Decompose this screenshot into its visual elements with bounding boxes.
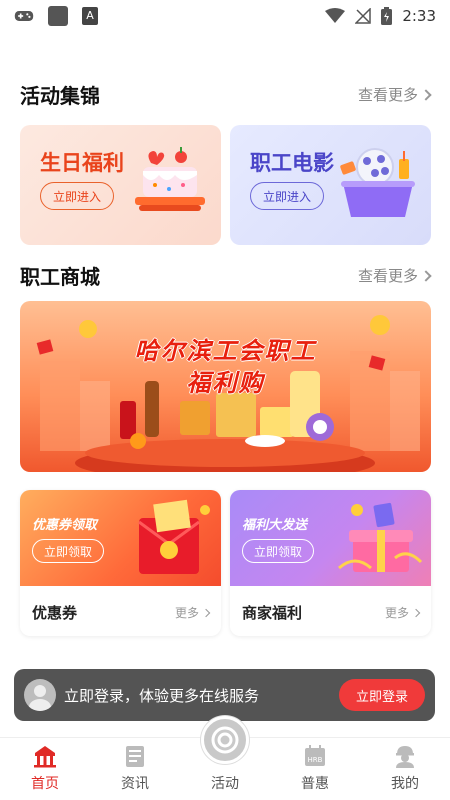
promo-header: 优惠券领取 立即领取	[20, 490, 221, 586]
view-more-mall-link[interactable]: 查看更多	[357, 265, 432, 286]
tab-benefit[interactable]: HRB 普惠	[270, 738, 360, 800]
home-icon	[34, 746, 56, 768]
staff-movie-card[interactable]: 职工电影 立即进入	[230, 125, 431, 245]
banner-subtitle: 福利购	[186, 369, 265, 397]
movie-popcorn-icon	[340, 148, 415, 217]
chevron-right-icon	[420, 269, 432, 282]
tab-profile[interactable]: 我的	[360, 738, 450, 800]
promo-more-link[interactable]: 更多	[174, 604, 211, 621]
birthday-cake-icon	[135, 147, 205, 211]
promo-name: 商家福利	[242, 604, 303, 622]
gamepad-icon	[14, 11, 34, 21]
tab-home[interactable]: 首页	[0, 738, 90, 800]
section-title: 职工商城	[20, 265, 100, 289]
activities-section-header: 活动集锦 查看更多	[20, 80, 432, 109]
chevron-right-icon	[420, 88, 432, 101]
tab-label: 活动	[211, 776, 239, 792]
app-notification-icon	[48, 6, 68, 26]
promo-header: 福利大发送 立即领取	[230, 490, 431, 586]
status-bar: A 2:33	[0, 0, 450, 32]
login-prompt-bar: 立即登录，体验更多在线服务 立即登录	[14, 669, 435, 721]
enter-button[interactable]: 立即进入	[250, 182, 324, 210]
battery-icon	[381, 7, 393, 25]
chevron-right-icon	[411, 608, 421, 617]
view-more-label: 查看更多	[357, 267, 418, 285]
claim-button[interactable]: 立即领取	[242, 539, 314, 563]
mall-section-header: 职工商城 查看更多	[20, 261, 432, 290]
home-content: 活动集锦 查看更多 生日福利 立即进入 职工电影 立即进入 职工商城 查看更多 …	[0, 32, 450, 737]
promo-tagline: 福利大发送	[242, 518, 308, 533]
red-envelope-icon	[138, 499, 210, 574]
launcher-icon: A	[82, 7, 98, 25]
tab-news[interactable]: 资讯	[90, 738, 180, 800]
news-icon	[126, 746, 144, 767]
tab-activity[interactable]: 活动	[180, 716, 270, 800]
view-more-label: 查看更多	[357, 86, 418, 104]
gift-box-icon	[338, 502, 423, 572]
no-signal-icon	[355, 8, 372, 24]
merchant-welfare-card[interactable]: 福利大发送 立即领取 商家福利 更多	[230, 490, 431, 636]
promo-tagline: 优惠券领取	[32, 518, 98, 533]
more-label: 更多	[174, 606, 199, 620]
benefit-icon-badge: HRB	[308, 756, 323, 764]
birthday-welfare-card[interactable]: 生日福利 立即进入	[20, 125, 221, 245]
enter-button[interactable]: 立即进入	[40, 182, 114, 210]
login-button[interactable]: 立即登录	[339, 679, 425, 711]
bottom-tab-bar: 首页 资讯 活动 HRB 普惠 我的	[0, 716, 450, 800]
claim-button[interactable]: 立即领取	[32, 539, 104, 563]
benefit-icon: HRB	[305, 745, 325, 766]
coupon-card[interactable]: 优惠券领取 立即领取 优惠券 更多	[20, 490, 221, 636]
clock: 2:33	[402, 7, 436, 25]
card-title: 职工电影	[250, 151, 334, 175]
more-label: 更多	[384, 606, 409, 620]
avatar-icon	[24, 679, 56, 711]
wifi-icon	[325, 8, 346, 23]
section-title: 活动集锦	[20, 84, 100, 108]
tab-label: 我的	[391, 776, 419, 792]
activity-fab[interactable]	[201, 716, 249, 764]
tab-label: 普惠	[301, 776, 329, 792]
view-more-activities-link[interactable]: 查看更多	[357, 84, 432, 105]
activity-icon	[211, 726, 239, 754]
card-title: 生日福利	[40, 151, 124, 175]
profile-icon	[396, 746, 414, 768]
chevron-right-icon	[201, 608, 211, 617]
promo-name: 优惠券	[32, 604, 78, 622]
tab-label: 资讯	[121, 776, 149, 792]
banner-title: 哈尔滨工会职工	[134, 337, 317, 365]
login-prompt-text: 立即登录，体验更多在线服务	[64, 686, 260, 705]
promo-more-link[interactable]: 更多	[384, 604, 421, 621]
mall-banner[interactable]: 哈尔滨工会职工 福利购	[20, 301, 431, 472]
tab-label: 首页	[31, 776, 59, 792]
